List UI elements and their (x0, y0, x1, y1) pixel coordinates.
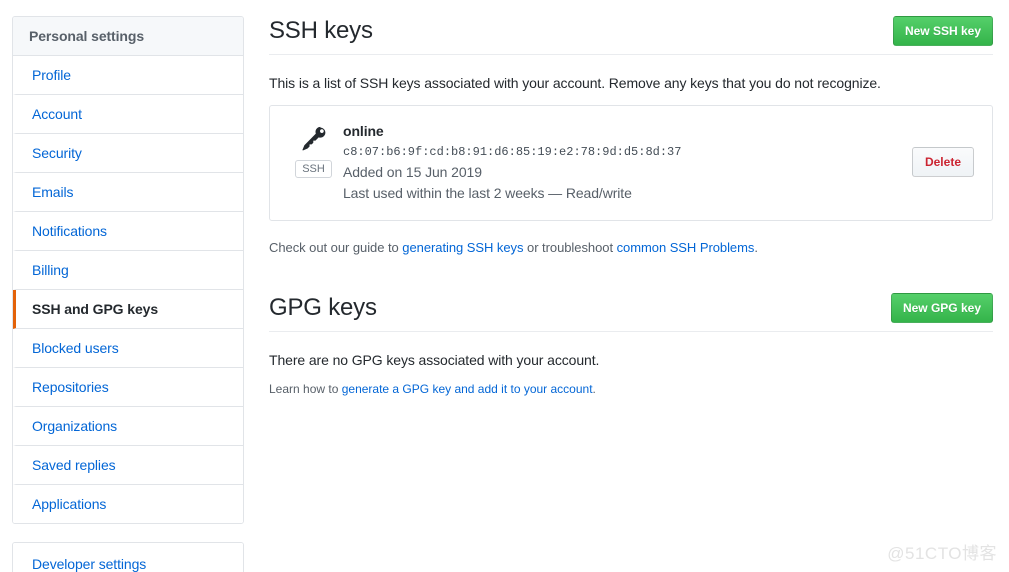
ssh-key-icon-column: SSH (286, 121, 341, 178)
sidebar-item-repositories[interactable]: Repositories (13, 368, 243, 407)
ssh-key-fingerprint: c8:07:b6:9f:cd:b8:91:d6:85:19:e2:78:9d:d… (343, 145, 682, 159)
sidebar-item-emails[interactable]: Emails (13, 173, 243, 212)
sidebar-item-profile[interactable]: Profile (13, 56, 243, 95)
personal-settings-nav: Personal settings Profile Account Securi… (12, 16, 244, 524)
ssh-guide-middle: or troubleshoot (523, 240, 617, 255)
new-ssh-key-button[interactable]: New SSH key (892, 16, 993, 46)
gpg-keys-section: GPG keys New GPG key There are no GPG ke… (269, 293, 993, 398)
sidebar-item-applications[interactable]: Applications (13, 485, 243, 523)
ssh-guide-note: Check out our guide to generating SSH ke… (269, 239, 993, 257)
sidebar-item-security[interactable]: Security (13, 134, 243, 173)
watermark: @51CTO博客 (887, 544, 997, 563)
sidebar-header: Personal settings (13, 17, 243, 56)
ssh-keys-intro: This is a list of SSH keys associated wi… (269, 75, 881, 91)
gpg-learn-suffix: . (592, 382, 596, 396)
new-gpg-key-button[interactable]: New GPG key (890, 293, 993, 323)
sidebar-item-developer-settings[interactable]: Developer settings (13, 543, 243, 572)
common-ssh-problems-link[interactable]: common SSH Problems (617, 240, 755, 255)
main-content: SSH keys New SSH key This is a list of S… (269, 16, 993, 398)
sidebar-item-account[interactable]: Account (13, 95, 243, 134)
ssh-key-type-badge: SSH (295, 160, 332, 178)
sidebar-item-blocked-users[interactable]: Blocked users (13, 329, 243, 368)
ssh-key-title: online (343, 123, 384, 139)
ssh-key-added-date: Added on 15 Jun 2019 (343, 164, 482, 180)
ssh-guide-suffix: . (754, 240, 758, 255)
delete-ssh-key-button[interactable]: Delete (911, 147, 974, 177)
sidebar-item-billing[interactable]: Billing (13, 251, 243, 290)
sidebar-item-organizations[interactable]: Organizations (13, 407, 243, 446)
ssh-key-last-used: Last used within the last 2 weeks — Read… (343, 185, 632, 201)
settings-page: Personal settings Profile Account Securi… (0, 0, 1009, 572)
ssh-keys-title: SSH keys (269, 17, 373, 44)
gpg-learn-note: Learn how to generate a GPG key and add … (269, 381, 993, 398)
sidebar-item-ssh-and-gpg-keys[interactable]: SSH and GPG keys (13, 290, 243, 329)
generating-ssh-keys-link[interactable]: generating SSH keys (402, 240, 523, 255)
sidebar-item-saved-replies[interactable]: Saved replies (13, 446, 243, 485)
generate-gpg-key-link[interactable]: generate a GPG key and add it to your ac… (342, 382, 593, 396)
ssh-keys-section: SSH keys New SSH key This is a list of S… (269, 16, 993, 257)
sidebar-item-notifications[interactable]: Notifications (13, 212, 243, 251)
gpg-keys-header: GPG keys New GPG key (269, 293, 993, 332)
gpg-keys-title: GPG keys (269, 294, 377, 321)
ssh-key-details: online c8:07:b6:9f:cd:b8:91:d6:85:19:e2:… (341, 121, 912, 204)
gpg-empty-message: There are no GPG keys associated with yo… (269, 352, 600, 368)
ssh-keys-header: SSH keys New SSH key (269, 16, 993, 55)
ssh-guide-prefix: Check out our guide to (269, 240, 403, 255)
ssh-key-actions: Delete (911, 121, 976, 177)
key-icon (301, 126, 325, 151)
sidebar: Personal settings Profile Account Securi… (12, 16, 244, 572)
ssh-key-row: SSH online c8:07:b6:9f:cd:b8:91:d6:85:19… (269, 105, 993, 221)
developer-settings-nav: Developer settings (12, 542, 244, 572)
gpg-learn-prefix: Learn how to (269, 382, 342, 396)
